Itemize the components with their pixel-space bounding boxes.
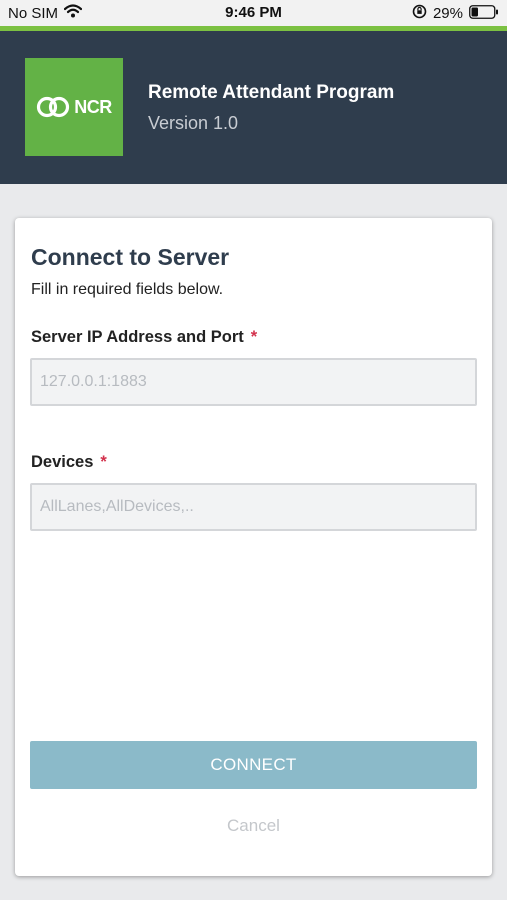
app-header: NCR Remote Attendant Program Version 1.0 bbox=[0, 31, 507, 184]
status-right: 29% bbox=[412, 4, 499, 23]
logo-text: NCR bbox=[74, 96, 112, 117]
server-address-input[interactable] bbox=[30, 358, 477, 406]
connect-card: Connect to Server Fill in required field… bbox=[15, 218, 492, 876]
form-subtitle: Fill in required fields below. bbox=[31, 281, 224, 298]
devices-field-label: Devices * bbox=[31, 453, 107, 472]
server-field-label: Server IP Address and Port * bbox=[31, 328, 257, 347]
logo-inner: NCR bbox=[36, 96, 112, 118]
battery-icon bbox=[469, 4, 499, 23]
devices-input[interactable] bbox=[30, 483, 477, 531]
battery-percent: 29% bbox=[432, 5, 463, 22]
connect-button[interactable]: CONNECT bbox=[30, 741, 477, 789]
ncr-logo-icon bbox=[37, 96, 70, 118]
status-bar: No SIM 9:46 PM 29% bbox=[0, 0, 507, 26]
form-title: Connect to Server bbox=[31, 244, 230, 270]
cancel-button[interactable]: Cancel bbox=[15, 816, 492, 836]
required-marker: * bbox=[100, 453, 107, 471]
app-title: Remote Attendant Program bbox=[148, 82, 395, 103]
devices-label-text: Devices bbox=[31, 453, 94, 471]
server-label-text: Server IP Address and Port bbox=[31, 328, 244, 346]
app-version: Version 1.0 bbox=[148, 113, 239, 133]
ncr-logo: NCR bbox=[25, 58, 123, 156]
rotation-lock-icon bbox=[412, 4, 427, 23]
required-marker: * bbox=[250, 328, 258, 346]
